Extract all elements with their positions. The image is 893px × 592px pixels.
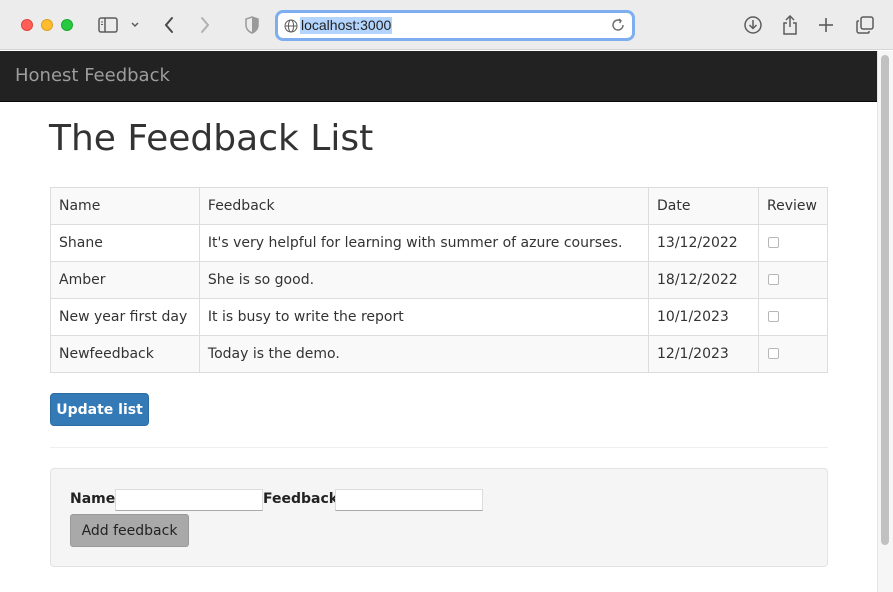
name-label: Name: xyxy=(70,491,121,507)
update-list-button[interactable]: Update list xyxy=(50,393,149,426)
cell-feedback: She is so good. xyxy=(198,261,650,299)
header-feedback: Feedback xyxy=(198,187,650,225)
minimize-window-button[interactable] xyxy=(41,19,53,31)
close-window-button[interactable] xyxy=(21,19,33,31)
cell-review xyxy=(757,261,829,299)
page-title: The Feedback List xyxy=(49,118,374,159)
review-checkbox[interactable] xyxy=(767,237,779,248)
download-icon[interactable] xyxy=(741,13,765,37)
table-row: Shane It's very helpful for learning wit… xyxy=(50,224,829,262)
cell-name: Shane xyxy=(50,224,200,262)
app-navbar: Honest Feedback xyxy=(0,51,877,102)
name-input[interactable] xyxy=(115,489,263,511)
table-row: Newfeedback Today is the demo. 12/1/2023 xyxy=(50,335,829,373)
chevron-down-icon[interactable] xyxy=(128,13,142,37)
cell-date: 10/1/2023 xyxy=(648,298,759,336)
forward-icon[interactable] xyxy=(194,13,216,37)
address-bar[interactable]: localhost:3000 xyxy=(275,10,635,41)
feedback-table: Name Feedback Date Review Shane It's ver… xyxy=(50,187,829,373)
globe-icon xyxy=(284,18,298,33)
cell-feedback: Today is the demo. xyxy=(198,335,650,373)
table-row: New year first day It is busy to write t… xyxy=(50,298,829,336)
header-review: Review xyxy=(757,187,829,225)
share-icon[interactable] xyxy=(779,13,801,37)
cell-date: 18/12/2022 xyxy=(648,261,759,299)
sidebar-icon[interactable] xyxy=(96,13,120,37)
review-checkbox[interactable] xyxy=(767,274,779,285)
cell-feedback: It's very helpful for learning with summ… xyxy=(198,224,650,262)
cell-date: 13/12/2022 xyxy=(648,224,759,262)
cell-feedback: It is busy to write the report xyxy=(198,298,650,336)
url-text[interactable]: localhost:3000 xyxy=(300,17,393,34)
table-row: Amber She is so good. 18/12/2022 xyxy=(50,261,829,299)
add-feedback-button[interactable]: Add feedback xyxy=(70,514,189,547)
cell-review xyxy=(757,298,829,336)
new-tab-icon[interactable] xyxy=(815,13,837,37)
back-icon[interactable] xyxy=(158,13,180,37)
review-checkbox[interactable] xyxy=(767,311,779,322)
table-header-row: Name Feedback Date Review xyxy=(50,187,829,225)
add-feedback-form: Name: Feedback: Add feedback xyxy=(50,468,828,567)
header-name: Name xyxy=(50,187,200,225)
feedback-input[interactable] xyxy=(335,489,483,511)
scrollbar-thumb[interactable] xyxy=(881,55,889,545)
browser-toolbar: localhost:3000 xyxy=(0,0,893,50)
shield-icon[interactable] xyxy=(242,13,262,37)
cell-name: Amber xyxy=(50,261,200,299)
navbar-brand[interactable]: Honest Feedback xyxy=(15,65,170,86)
cell-review xyxy=(757,335,829,373)
reload-icon[interactable] xyxy=(610,17,626,33)
cell-name: Newfeedback xyxy=(50,335,200,373)
feedback-label: Feedback: xyxy=(263,491,344,507)
review-checkbox[interactable] xyxy=(767,348,779,359)
zoom-window-button[interactable] xyxy=(61,19,73,31)
cell-name: New year first day xyxy=(50,298,200,336)
cell-review xyxy=(757,224,829,262)
tabs-overview-icon[interactable] xyxy=(853,13,877,37)
divider xyxy=(50,447,828,448)
cell-date: 12/1/2023 xyxy=(648,335,759,373)
header-date: Date xyxy=(648,187,759,225)
